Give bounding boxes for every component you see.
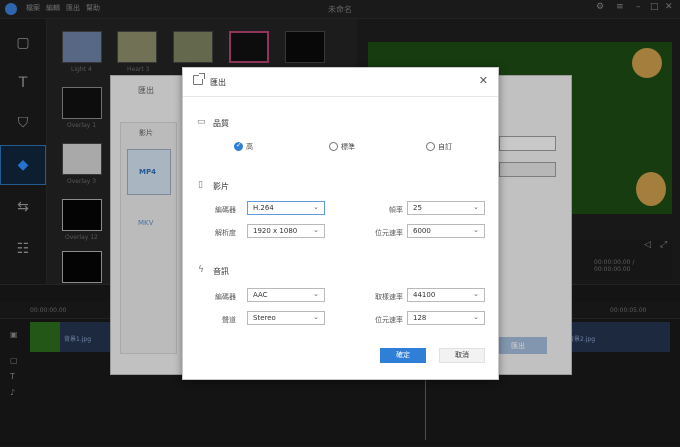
chevron-down-icon: ⌄ bbox=[473, 226, 479, 234]
audio-wave-icon: ϟ bbox=[198, 265, 204, 275]
quality-standard-label: 標準 bbox=[341, 143, 355, 151]
chevron-down-icon: ⌄ bbox=[313, 313, 319, 321]
resolution-value: 1920 x 1080 bbox=[253, 227, 298, 235]
quality-standard-radio[interactable] bbox=[329, 142, 338, 151]
chevron-down-icon: ⌄ bbox=[313, 226, 319, 234]
framerate-value: 25 bbox=[413, 204, 422, 212]
audio-encoder-value: AAC bbox=[253, 291, 268, 299]
channel-select[interactable]: Stereo ⌄ bbox=[247, 311, 325, 325]
chevron-down-icon: ⌄ bbox=[473, 290, 479, 298]
dialog-header: 匯出 ✕ bbox=[183, 68, 498, 97]
resolution-select[interactable]: 1920 x 1080 ⌄ bbox=[247, 224, 325, 238]
channel-value: Stereo bbox=[253, 314, 276, 322]
ok-button[interactable]: 確定 bbox=[380, 348, 426, 363]
audio-encoder-label: 編碼器 bbox=[215, 293, 236, 301]
video-encoder-value: H.264 bbox=[253, 204, 274, 212]
film-icon: ▯ bbox=[198, 180, 203, 190]
video-encoder-label: 編碼器 bbox=[215, 206, 236, 214]
audio-bitrate-value: 128 bbox=[413, 314, 427, 322]
cancel-button[interactable]: 取消 bbox=[439, 348, 485, 363]
chevron-down-icon: ⌄ bbox=[473, 203, 479, 211]
chevron-down-icon: ⌄ bbox=[473, 313, 479, 321]
quality-custom-radio[interactable] bbox=[426, 142, 435, 151]
video-bitrate-select[interactable]: 6000 ⌄ bbox=[407, 224, 485, 238]
audio-bitrate-select[interactable]: 128 ⌄ bbox=[407, 311, 485, 325]
framerate-select[interactable]: 25 ⌄ bbox=[407, 201, 485, 215]
chevron-down-icon: ⌄ bbox=[313, 203, 319, 211]
samplerate-select[interactable]: 44100 ⌄ bbox=[407, 288, 485, 302]
export-icon bbox=[193, 73, 205, 85]
video-section-title: 影片 bbox=[213, 182, 229, 191]
quality-high-label: 高 bbox=[246, 143, 253, 151]
resolution-label: 解析度 bbox=[215, 229, 236, 237]
video-bitrate-label: 位元速率 bbox=[375, 229, 403, 237]
video-encoder-select[interactable]: H.264 ⌄ bbox=[247, 201, 325, 215]
export-settings-dialog: 匯出 ✕ ▭ 品質 高 標準 自訂 ▯ 影片 編碼器 H.264 ⌄ 幀率 25… bbox=[182, 67, 499, 380]
audio-bitrate-label: 位元速率 bbox=[375, 316, 403, 324]
dialog-title: 匯出 bbox=[210, 78, 226, 87]
monitor-icon: ▭ bbox=[197, 117, 206, 127]
close-icon[interactable]: ✕ bbox=[479, 74, 488, 87]
quality-section-title: 品質 bbox=[213, 119, 229, 128]
audio-section-title: 音訊 bbox=[213, 267, 229, 276]
audio-encoder-select[interactable]: AAC ⌄ bbox=[247, 288, 325, 302]
channel-label: 聲道 bbox=[222, 316, 236, 324]
framerate-label: 幀率 bbox=[389, 206, 403, 214]
samplerate-value: 44100 bbox=[413, 291, 436, 299]
samplerate-label: 取樣速率 bbox=[375, 293, 403, 301]
chevron-down-icon: ⌄ bbox=[313, 290, 319, 298]
quality-high-radio[interactable] bbox=[234, 141, 243, 151]
video-bitrate-value: 6000 bbox=[413, 227, 431, 235]
quality-custom-label: 自訂 bbox=[438, 143, 452, 151]
